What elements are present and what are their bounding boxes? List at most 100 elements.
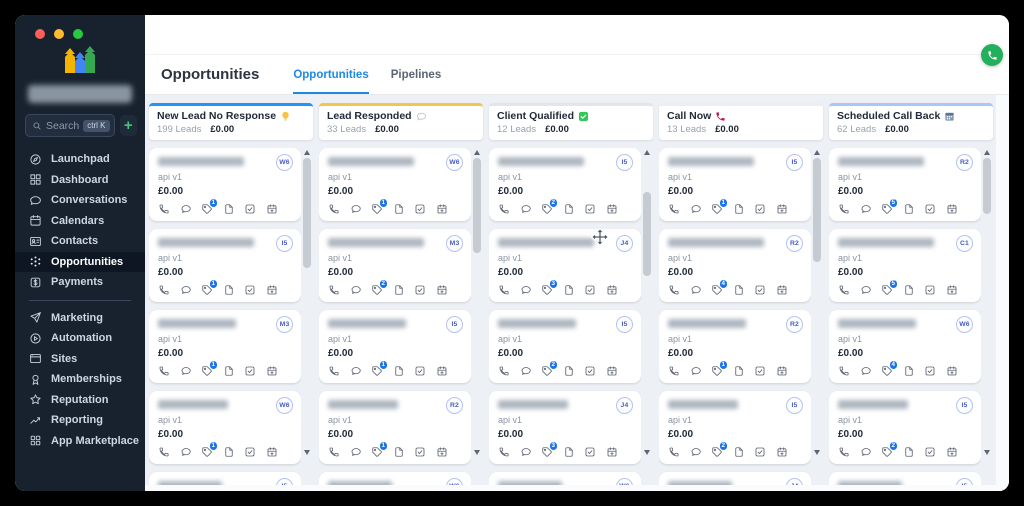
opportunity-card[interactable]: C1 api v1 £0.00 5 (829, 229, 981, 302)
opportunity-card[interactable]: R2 api v1 £0.00 1 (659, 310, 811, 383)
notes-icon[interactable] (563, 446, 575, 458)
tag-icon[interactable]: 1 (201, 203, 213, 215)
column-scrollbar[interactable] (811, 148, 823, 491)
pipeline-stage-header[interactable]: New Lead No Response 199 Leads £0.00 (149, 103, 313, 140)
opportunity-card[interactable]: I5 api v1 £0.00 1 (149, 229, 301, 302)
notes-icon[interactable] (733, 446, 745, 458)
tag-icon[interactable]: 2 (711, 446, 723, 458)
call-icon[interactable] (158, 365, 170, 377)
appointment-icon[interactable] (266, 365, 278, 377)
opportunity-card[interactable]: I5 api v1 £0.00 2 (829, 391, 981, 464)
tag-icon[interactable]: 2 (881, 446, 893, 458)
scroll-up-icon[interactable] (814, 150, 820, 155)
sms-icon[interactable] (690, 446, 702, 458)
appointment-icon[interactable] (436, 203, 448, 215)
tasks-icon[interactable] (414, 365, 426, 377)
notes-icon[interactable] (563, 203, 575, 215)
sms-icon[interactable] (860, 284, 872, 296)
tag-icon[interactable]: 3 (541, 284, 553, 296)
scroll-up-icon[interactable] (304, 150, 310, 155)
notes-icon[interactable] (393, 365, 405, 377)
call-icon[interactable] (668, 446, 680, 458)
appointment-icon[interactable] (266, 446, 278, 458)
notes-icon[interactable] (563, 365, 575, 377)
tasks-icon[interactable] (414, 446, 426, 458)
scrollbar-thumb[interactable] (813, 158, 821, 262)
appointment-icon[interactable] (776, 365, 788, 377)
call-icon[interactable] (328, 203, 340, 215)
call-icon[interactable] (838, 284, 850, 296)
notes-icon[interactable] (903, 203, 915, 215)
scroll-down-icon[interactable] (984, 450, 990, 455)
tasks-icon[interactable] (584, 284, 596, 296)
call-icon[interactable] (838, 446, 850, 458)
tag-icon[interactable]: 3 (541, 446, 553, 458)
pipeline-stage-header[interactable]: Lead Responded 33 Leads £0.00 (319, 103, 483, 140)
column-scrollbar[interactable] (471, 148, 483, 491)
sms-icon[interactable] (180, 365, 192, 377)
appointment-icon[interactable] (606, 284, 618, 296)
tag-icon[interactable]: 5 (881, 203, 893, 215)
appointment-icon[interactable] (776, 284, 788, 296)
sms-icon[interactable] (860, 365, 872, 377)
sidebar-item-reporting[interactable]: Reporting (15, 410, 145, 431)
column-scrollbar[interactable] (981, 148, 993, 491)
tag-icon[interactable]: 1 (201, 446, 213, 458)
tasks-icon[interactable] (244, 284, 256, 296)
appointment-icon[interactable] (946, 284, 958, 296)
tasks-icon[interactable] (754, 203, 766, 215)
notes-icon[interactable] (563, 284, 575, 296)
sms-icon[interactable] (520, 446, 532, 458)
sidebar-item-calendars[interactable]: Calendars (15, 211, 145, 232)
scroll-up-icon[interactable] (474, 150, 480, 155)
sms-icon[interactable] (180, 446, 192, 458)
tag-icon[interactable]: 1 (371, 365, 383, 377)
appointment-icon[interactable] (946, 446, 958, 458)
opportunity-card[interactable]: W6 api v1 £0.00 1 (149, 391, 301, 464)
pipeline-stage-header[interactable]: Scheduled Call Back 62 Leads £0.00 (829, 103, 993, 140)
tag-icon[interactable]: 4 (711, 284, 723, 296)
tag-icon[interactable]: 1 (371, 446, 383, 458)
appointment-icon[interactable] (776, 446, 788, 458)
notes-icon[interactable] (393, 446, 405, 458)
appointment-icon[interactable] (606, 203, 618, 215)
sms-icon[interactable] (350, 446, 362, 458)
tasks-icon[interactable] (924, 203, 936, 215)
sidebar-item-marketing[interactable]: Marketing (15, 308, 145, 329)
scroll-up-icon[interactable] (644, 150, 650, 155)
horizontal-scrollbar[interactable] (145, 485, 1009, 491)
sidebar-item-sites[interactable]: Sites (15, 349, 145, 370)
tasks-icon[interactable] (754, 284, 766, 296)
tasks-icon[interactable] (584, 203, 596, 215)
tag-icon[interactable]: 1 (371, 203, 383, 215)
opportunity-card[interactable]: J4 api v1 £0.00 3 (489, 391, 641, 464)
column-scrollbar[interactable] (301, 148, 313, 491)
tag-icon[interactable]: 2 (541, 203, 553, 215)
appointment-icon[interactable] (776, 203, 788, 215)
call-icon[interactable] (498, 284, 510, 296)
appointment-icon[interactable] (436, 365, 448, 377)
notes-icon[interactable] (733, 203, 745, 215)
sms-icon[interactable] (690, 365, 702, 377)
opportunity-card[interactable]: R2 api v1 £0.00 4 (659, 229, 811, 302)
opportunity-card[interactable]: M3 api v1 £0.00 1 (149, 310, 301, 383)
call-icon[interactable] (668, 203, 680, 215)
scroll-up-icon[interactable] (984, 150, 990, 155)
scroll-down-icon[interactable] (304, 450, 310, 455)
notes-icon[interactable] (393, 284, 405, 296)
call-icon[interactable] (158, 203, 170, 215)
sms-icon[interactable] (350, 203, 362, 215)
call-icon[interactable] (328, 365, 340, 377)
call-icon[interactable] (668, 365, 680, 377)
opportunity-card[interactable]: W6 api v1 £0.00 4 (829, 310, 981, 383)
sidebar-item-opportunities[interactable]: Opportunities (15, 252, 145, 273)
sms-icon[interactable] (520, 365, 532, 377)
search-input[interactable]: Search ctrl K (25, 114, 115, 137)
opportunity-card[interactable]: M3 api v1 £0.00 2 (319, 229, 471, 302)
opportunity-card[interactable]: R2 api v1 £0.00 5 (829, 148, 981, 221)
sidebar-item-contacts[interactable]: Contacts (15, 231, 145, 252)
notes-icon[interactable] (903, 446, 915, 458)
tag-icon[interactable]: 5 (881, 284, 893, 296)
opportunity-card[interactable]: W6 api v1 £0.00 1 (319, 148, 471, 221)
opportunity-card[interactable]: I5 api v1 £0.00 2 (489, 148, 641, 221)
